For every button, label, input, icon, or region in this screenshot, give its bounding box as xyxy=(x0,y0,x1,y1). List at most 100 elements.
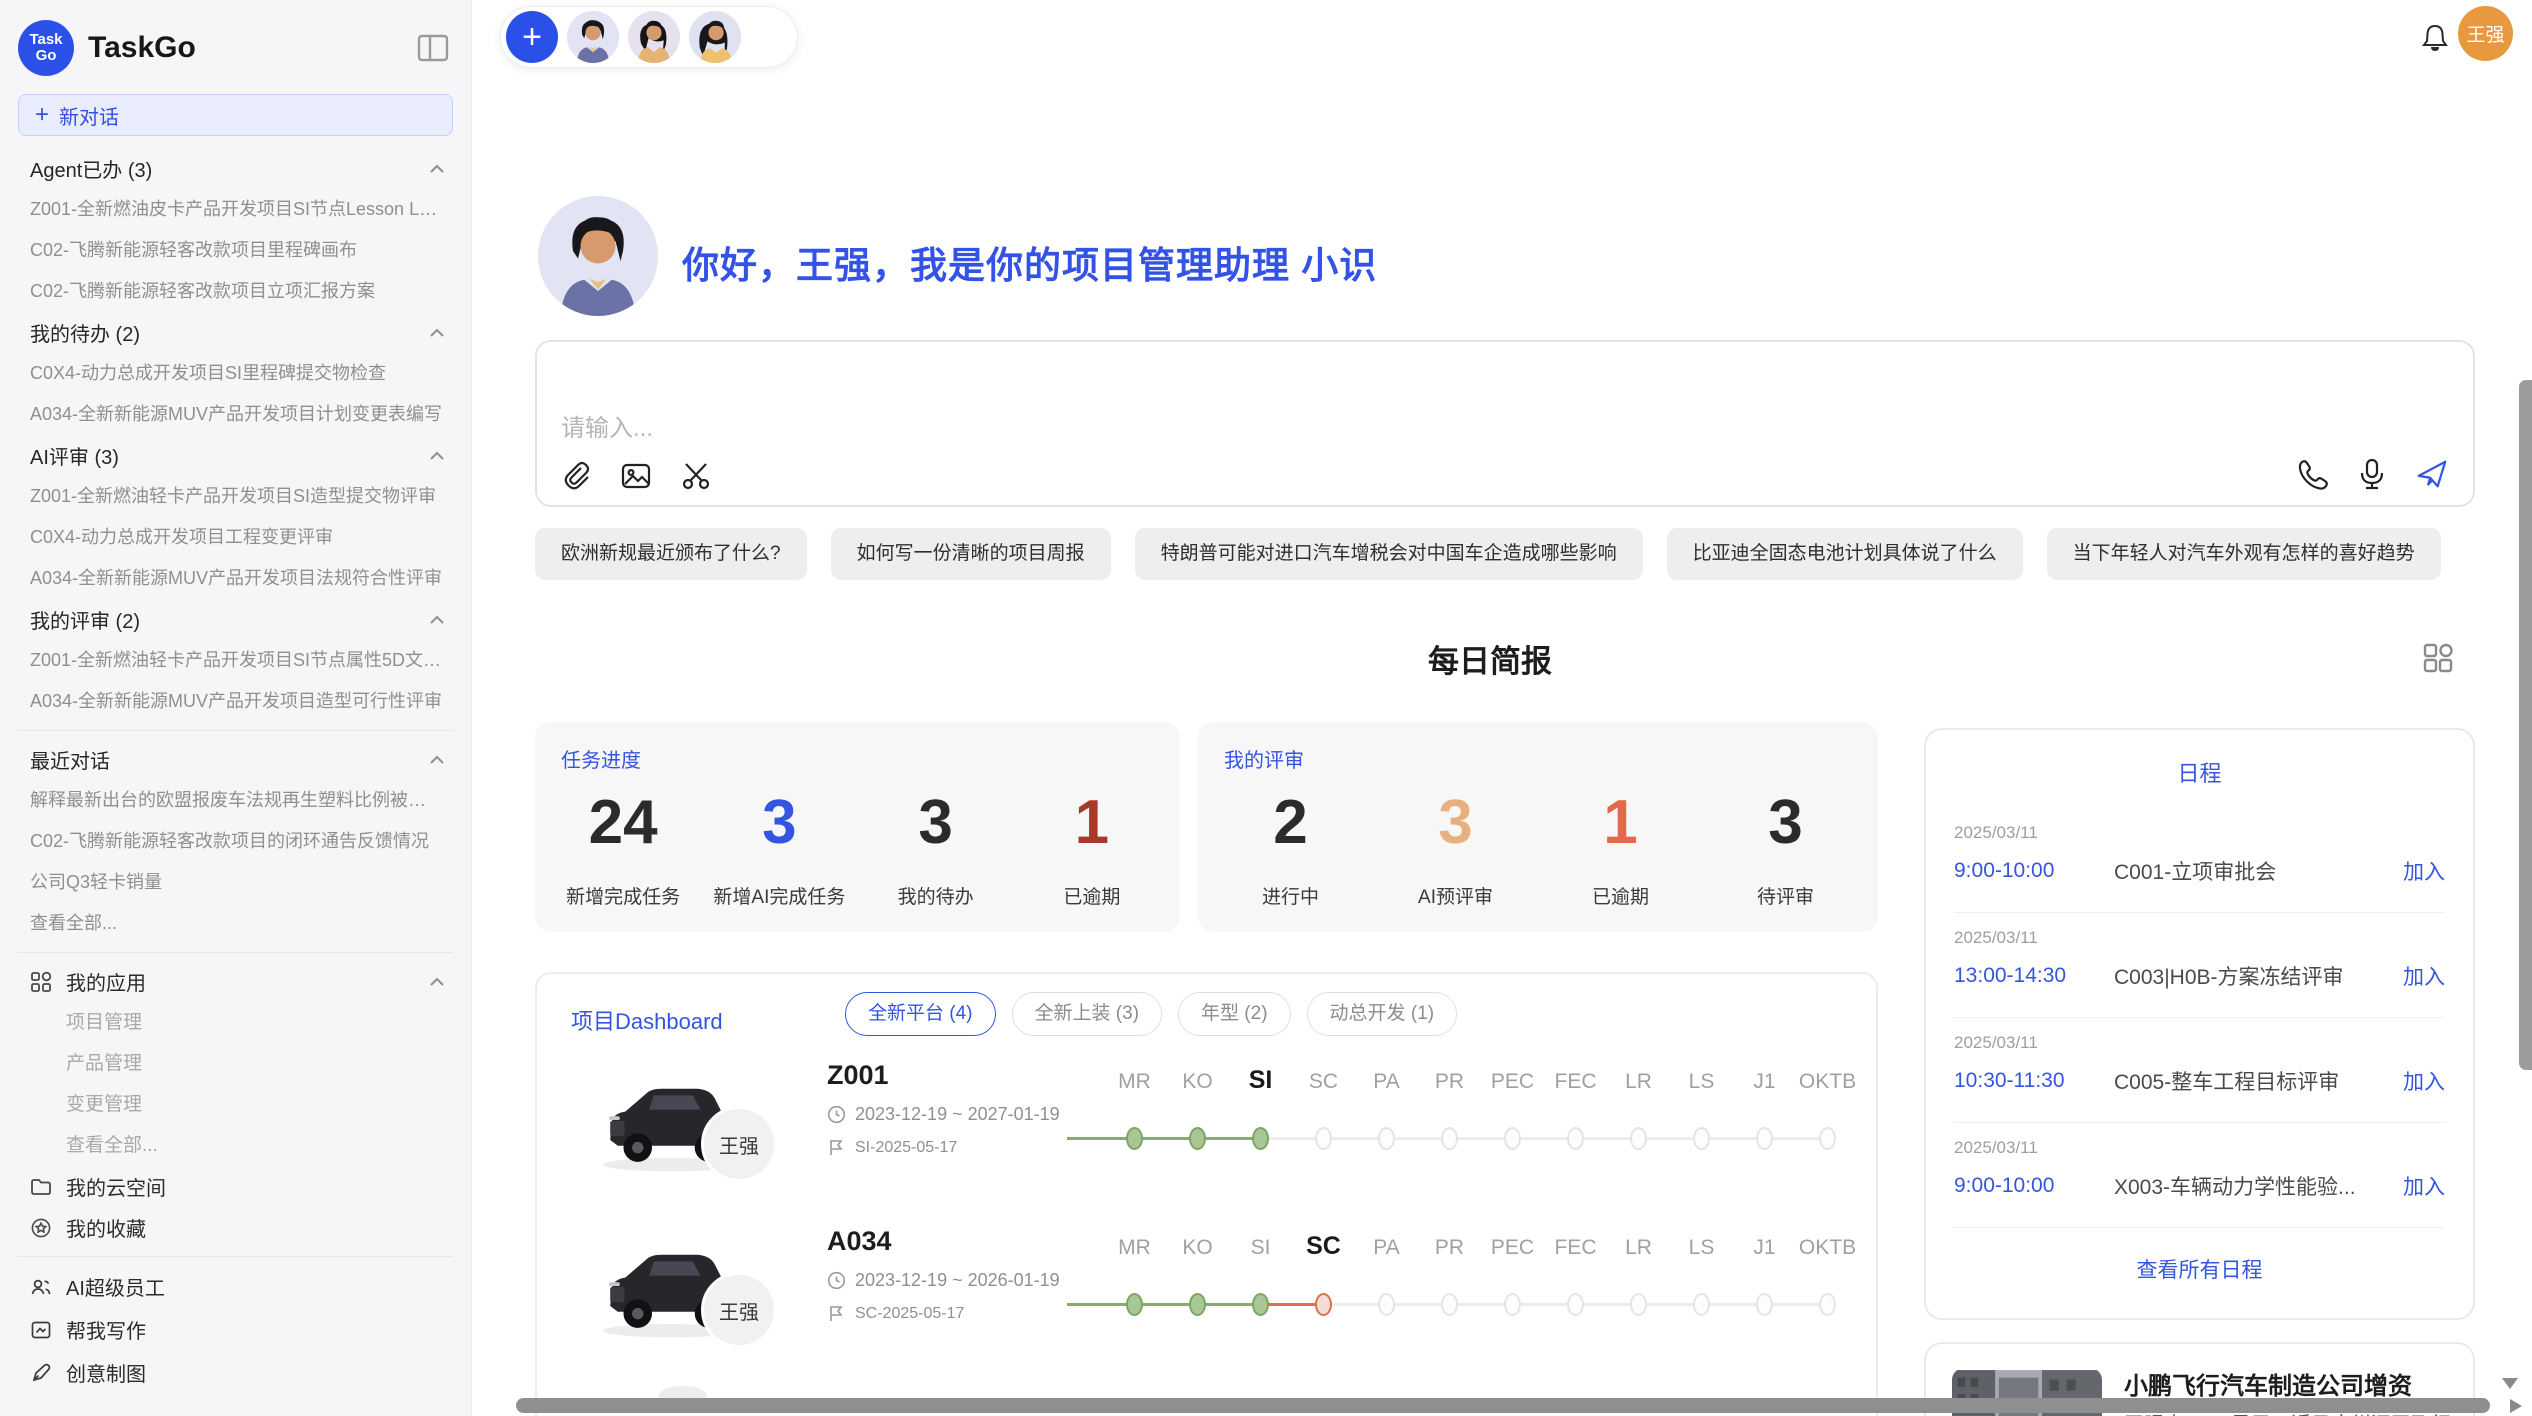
scroll-down-arrow[interactable] xyxy=(2502,1378,2518,1389)
sidebar-task-item[interactable]: Z001-全新燃油皮卡产品开发项目SI节点Lesson Learn报告 xyxy=(18,189,453,230)
suggestion-chip[interactable]: 特朗普可能对进口汽车增税会对中国车企造成哪些影响 xyxy=(1135,528,1643,580)
sidebar-task-item[interactable]: Z001-全新燃油轻卡产品开发项目SI造型提交物评审 xyxy=(18,476,453,517)
milestone-dot-SI[interactable] xyxy=(1252,1127,1269,1150)
milestone-dot-LS[interactable] xyxy=(1693,1127,1710,1150)
app-sub-item[interactable]: 查看全部... xyxy=(18,1125,453,1166)
scissors-icon[interactable] xyxy=(679,459,713,493)
chevron-up-icon xyxy=(427,610,447,630)
app-logo: Task Go xyxy=(18,20,74,76)
milestone-dot-PEC[interactable] xyxy=(1504,1293,1521,1316)
message-input[interactable]: 请输入... xyxy=(535,340,2475,507)
milestone-dot-FEC[interactable] xyxy=(1567,1293,1584,1316)
project-row[interactable]: 王强A0342023-12-19 ~ 2026-01-19SC-2025-05-… xyxy=(537,1220,1878,1380)
sidebar-task-item[interactable]: A034-全新新能源MUV产品开发项目造型可行性评审 xyxy=(18,681,453,722)
my-apps-header[interactable]: 我的应用 xyxy=(18,961,453,1002)
sidebar-item-ai-super-staff[interactable]: AI超级员工 xyxy=(18,1265,453,1308)
user-avatar[interactable]: 王强 xyxy=(2458,6,2513,61)
session-avatar-3[interactable] xyxy=(689,11,741,63)
suggestion-chip[interactable]: 比亚迪全固态电池计划具体说了什么 xyxy=(1667,528,2023,580)
sidebar-item-creative-drawing[interactable]: 创意制图 xyxy=(18,1351,453,1394)
milestone-dot-FEC[interactable] xyxy=(1567,1127,1584,1150)
milestone-dot-PR[interactable] xyxy=(1441,1293,1458,1316)
recent-view-all[interactable]: 查看全部... xyxy=(18,903,453,944)
suggestion-chip[interactable]: 当下年轻人对汽车外观有怎样的喜好趋势 xyxy=(2047,528,2441,580)
milestone-dot-PR[interactable] xyxy=(1441,1127,1458,1150)
stat-value: 1 xyxy=(1603,792,1637,854)
stat-label: 进行中 xyxy=(1262,882,1319,909)
sidebar-section-header[interactable]: 我的评审 (2) xyxy=(18,599,453,640)
sidebar-section-header[interactable]: AI评审 (3) xyxy=(18,435,453,476)
milestone-dot-LR[interactable] xyxy=(1630,1293,1647,1316)
join-button[interactable]: 加入 xyxy=(2403,1171,2445,1201)
milestone-dot-PEC[interactable] xyxy=(1504,1127,1521,1150)
sidebar-task-item[interactable]: Z001-全新燃油轻卡产品开发项目SI节点属性5D文件评审 xyxy=(18,640,453,681)
recent-chat-item[interactable]: 公司Q3轻卡销量 xyxy=(18,862,453,903)
sidebar-section-header[interactable]: 我的待办 (2) xyxy=(18,312,453,353)
milestone-dot-LS[interactable] xyxy=(1693,1293,1710,1316)
milestone-dot-SC[interactable] xyxy=(1315,1127,1332,1150)
suggestion-chip[interactable]: 欧洲新规最近颁布了什么? xyxy=(535,528,807,580)
join-button[interactable]: 加入 xyxy=(2403,1066,2445,1096)
suggestion-chip[interactable]: 如何写一份清晰的项目周报 xyxy=(831,528,1111,580)
sidebar: Task Go TaskGo + 新对话 Agent已办 (3)Z001-全新燃… xyxy=(0,0,472,1416)
milestone-dot-PA[interactable] xyxy=(1378,1127,1395,1150)
sidebar-section-header[interactable]: Agent已办 (3) xyxy=(18,148,453,189)
microphone-icon[interactable] xyxy=(2355,457,2389,491)
dashboard-filter-chip[interactable]: 全新平台 (4) xyxy=(845,992,996,1036)
sidebar-task-item[interactable]: C02-飞腾新能源轻客改款项目立项汇报方案 xyxy=(18,271,453,312)
session-avatar-1[interactable] xyxy=(567,11,619,63)
milestone-dot-SI[interactable] xyxy=(1252,1293,1269,1316)
voice-call-icon[interactable] xyxy=(2295,457,2329,491)
milestone-dot-J1[interactable] xyxy=(1756,1127,1773,1150)
vertical-scrollbar[interactable] xyxy=(2519,380,2532,1070)
scroll-right-arrow[interactable] xyxy=(2510,1399,2522,1413)
sidebar-task-item[interactable]: A034-全新新能源MUV产品开发项目计划变更表编写 xyxy=(18,394,453,435)
app-sub-item[interactable]: 项目管理 xyxy=(18,1002,453,1043)
divider xyxy=(18,730,453,731)
sidebar-task-item[interactable]: C0X4-动力总成开发项目工程变更评审 xyxy=(18,517,453,558)
new-chat-button[interactable]: + 新对话 xyxy=(18,94,453,136)
app-root: Task Go TaskGo + 新对话 Agent已办 (3)Z001-全新燃… xyxy=(0,0,2532,1416)
sidebar-task-item[interactable]: A034-全新新能源MUV产品开发项目法规符合性评审 xyxy=(18,558,453,599)
view-all-schedule-link[interactable]: 查看所有日程 xyxy=(1926,1254,2473,1284)
sidebar-collapse-icon[interactable] xyxy=(417,34,449,62)
milestone-dot-KO[interactable] xyxy=(1189,1293,1206,1316)
sidebar-task-item[interactable]: C0X4-动力总成开发项目SI里程碑提交物检查 xyxy=(18,353,453,394)
send-icon[interactable] xyxy=(2415,457,2449,491)
milestone-dot-OKTB[interactable] xyxy=(1819,1293,1836,1316)
app-sub-item[interactable]: 产品管理 xyxy=(18,1043,453,1084)
notifications-bell-icon[interactable] xyxy=(2421,23,2449,53)
sidebar-item-cloud-space[interactable]: 我的云空间 xyxy=(18,1166,453,1207)
sidebar-task-item[interactable]: C02-飞腾新能源轻客改款项目里程碑画布 xyxy=(18,230,453,271)
milestone-dot-OKTB[interactable] xyxy=(1819,1127,1836,1150)
dashboard-filter-chip[interactable]: 动总开发 (1) xyxy=(1307,992,1458,1036)
layout-grid-icon[interactable] xyxy=(2420,640,2456,676)
milestone-label: PEC xyxy=(1491,1070,1534,1094)
schedule-time: 9:00-10:00 xyxy=(1954,1174,2114,1198)
project-row[interactable]: 王强Z0012023-12-19 ~ 2027-01-19SI-2025-05-… xyxy=(537,1054,1878,1214)
chevron-up-icon xyxy=(427,972,447,992)
milestone-dot-J1[interactable] xyxy=(1756,1293,1773,1316)
join-button[interactable]: 加入 xyxy=(2403,856,2445,886)
milestone-dot-MR[interactable] xyxy=(1126,1127,1143,1150)
milestone-dot-PA[interactable] xyxy=(1378,1293,1395,1316)
sidebar-item-help-me-write[interactable]: 帮我写作 xyxy=(18,1308,453,1351)
dashboard-filter-chip[interactable]: 全新上装 (3) xyxy=(1012,992,1163,1036)
image-icon[interactable] xyxy=(619,459,653,493)
dashboard-filter-chip[interactable]: 年型 (2) xyxy=(1178,992,1291,1036)
join-button[interactable]: 加入 xyxy=(2403,961,2445,991)
sidebar-item-favorites[interactable]: 我的收藏 xyxy=(18,1207,453,1248)
add-session-button[interactable]: + xyxy=(506,11,558,63)
chevron-up-icon xyxy=(427,750,447,770)
recent-chat-item[interactable]: 解释最新出台的欧盟报废车法规再生塑料比例被调至15%... xyxy=(18,780,453,821)
milestone-dot-MR[interactable] xyxy=(1126,1293,1143,1316)
recent-chat-item[interactable]: C02-飞腾新能源轻客改款项目的闭环通告反馈情况 xyxy=(18,821,453,862)
session-avatar-2[interactable] xyxy=(628,11,680,63)
milestone-dot-SC[interactable] xyxy=(1315,1293,1332,1316)
milestone-dot-KO[interactable] xyxy=(1189,1127,1206,1150)
milestone-dot-LR[interactable] xyxy=(1630,1127,1647,1150)
recent-chats-header[interactable]: 最近对话 xyxy=(18,739,453,780)
horizontal-scrollbar[interactable] xyxy=(516,1398,2490,1413)
attachment-icon[interactable] xyxy=(559,459,593,493)
app-sub-item[interactable]: 变更管理 xyxy=(18,1084,453,1125)
